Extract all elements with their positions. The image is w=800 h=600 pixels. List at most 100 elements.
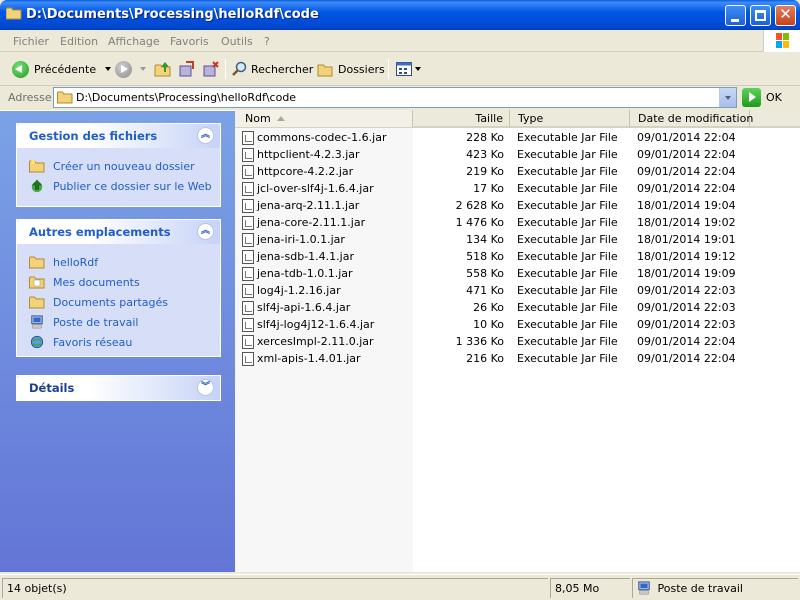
menu-tools[interactable]: Outils: [221, 35, 253, 48]
close-icon: ✕: [779, 5, 792, 23]
folder-icon: [6, 7, 22, 20]
task-publish-web[interactable]: Publier ce dossier sur le Web: [29, 176, 220, 196]
file-name-cell[interactable]: jena-iri-1.0.1.jar: [242, 231, 345, 248]
file-row[interactable]: httpcore-4.2.2.jar 219 Ko Executable Jar F…: [235, 163, 800, 180]
status-count: 14 objet(s): [2, 578, 548, 598]
file-name-cell[interactable]: slf4j-log4j12-1.6.4.jar: [242, 316, 374, 333]
file-type: Executable Jar File: [517, 131, 618, 144]
file-type: Executable Jar File: [517, 352, 618, 365]
menu-view[interactable]: Affichage: [108, 35, 160, 48]
search-icon: [232, 61, 247, 76]
file-name-cell[interactable]: httpcore-4.2.2.jar: [242, 163, 353, 180]
column-label: Taille: [475, 112, 503, 125]
file-name-cell[interactable]: jena-core-2.11.1.jar: [242, 214, 365, 231]
close-button[interactable]: ✕: [775, 5, 796, 26]
file-row[interactable]: jena-tdb-1.0.1.jar 558 Ko Executable Jar F…: [235, 265, 800, 282]
file-row[interactable]: xercesImpl-2.11.0.jar 1 336 Ko Executable …: [235, 333, 800, 350]
place-shared-documents[interactable]: Documents partagés: [29, 292, 220, 312]
file-name: slf4j-api-1.6.4.jar: [257, 301, 351, 314]
file-type: Executable Jar File: [517, 233, 618, 246]
menu-favorites[interactable]: Favoris: [170, 35, 209, 48]
task-new-folder[interactable]: Créer un nouveau dossier: [29, 156, 220, 176]
forward-button[interactable]: [115, 57, 146, 81]
place-label: Poste de travail: [53, 315, 139, 329]
menu-file[interactable]: Fichier: [13, 35, 49, 48]
back-button[interactable]: Précédente: [12, 57, 112, 81]
folder-icon: [57, 91, 73, 104]
file-tasks-header[interactable]: Gestion des fichiers ︽: [17, 124, 220, 148]
file-row[interactable]: xml-apis-1.4.01.jar 216 Ko Executable Jar …: [235, 350, 800, 367]
file-name: httpcore-4.2.2.jar: [257, 165, 354, 178]
views-button[interactable]: [396, 57, 421, 81]
collapse-icon[interactable]: ︽: [197, 127, 214, 144]
file-row[interactable]: jena-arq-2.11.1.jar 2 628 Ko Executable Ja…: [235, 197, 800, 214]
file-row[interactable]: slf4j-log4j12-1.6.4.jar 10 Ko Executable J…: [235, 316, 800, 333]
file-modified: 09/01/2014 22:03: [637, 301, 736, 314]
file-modified: 09/01/2014 22:04: [637, 182, 736, 195]
maximize-button[interactable]: [750, 5, 771, 26]
move-to-button[interactable]: [178, 57, 196, 81]
folder-icon: [29, 256, 45, 269]
delete-button[interactable]: [202, 57, 220, 81]
file-modified: 18/01/2014 19:01: [637, 233, 736, 246]
file-name: jena-sdb-1.4.1.jar: [257, 250, 354, 263]
up-folder-button[interactable]: [154, 57, 172, 81]
file-modified: 09/01/2014 22:04: [637, 165, 736, 178]
list-header: Nom Taille Type Date de modification: [235, 110, 800, 128]
column-header-size[interactable]: Taille: [413, 110, 510, 127]
jar-file-icon: [242, 249, 254, 264]
folders-label: Dossiers: [338, 62, 385, 76]
file-name: jcl-over-slf4j-1.6.4.jar: [257, 182, 374, 195]
file-name-cell[interactable]: jena-arq-2.11.1.jar: [242, 197, 359, 214]
address-input[interactable]: D:\Documents\Processing\helloRdf\code: [53, 87, 737, 108]
status-size: 8,05 Mo: [550, 578, 630, 598]
file-name-cell[interactable]: xml-apis-1.4.01.jar: [242, 350, 361, 367]
menu-help[interactable]: ?: [264, 35, 270, 48]
address-dropdown-button[interactable]: [719, 88, 736, 107]
file-type: Executable Jar File: [517, 267, 618, 280]
search-button[interactable]: Rechercher: [231, 57, 313, 81]
chevron-down-icon[interactable]: [415, 67, 421, 71]
file-type: Executable Jar File: [517, 165, 618, 178]
place-my-computer[interactable]: Poste de travail: [29, 312, 220, 332]
file-row[interactable]: jcl-over-slf4j-1.6.4.jar 17 Ko Executable …: [235, 180, 800, 197]
details-header[interactable]: Détails ︾: [17, 376, 220, 400]
place-my-documents[interactable]: Mes documents: [29, 272, 220, 292]
go-label: OK: [766, 91, 782, 104]
file-row[interactable]: log4j-1.2.16.jar 471 Ko Executable Jar Fil…: [235, 282, 800, 299]
file-row[interactable]: slf4j-api-1.6.4.jar 26 Ko Executable Jar F…: [235, 299, 800, 316]
go-arrow-icon: [742, 88, 761, 107]
file-name-cell[interactable]: httpclient-4.2.3.jar: [242, 146, 360, 163]
column-header-name[interactable]: Nom: [235, 110, 413, 127]
place-network[interactable]: Favoris réseau: [29, 332, 220, 352]
column-header-type[interactable]: Type: [510, 110, 630, 127]
file-type: Executable Jar File: [517, 284, 618, 297]
menu-edit[interactable]: Edition: [60, 35, 98, 48]
file-size: 2 628 Ko: [455, 199, 504, 212]
forward-arrow-icon: [115, 60, 132, 78]
file-modified: 18/01/2014 19:09: [637, 267, 736, 280]
file-name-cell[interactable]: jena-sdb-1.4.1.jar: [242, 248, 354, 265]
folders-button[interactable]: Dossiers: [317, 57, 385, 81]
file-name-cell[interactable]: jcl-over-slf4j-1.6.4.jar: [242, 180, 374, 197]
file-name-cell[interactable]: jena-tdb-1.0.1.jar: [242, 265, 353, 282]
go-button[interactable]: OK: [742, 88, 782, 107]
other-places-header[interactable]: Autres emplacements ︽: [17, 220, 220, 244]
chevron-down-icon[interactable]: [105, 67, 112, 71]
minimize-button[interactable]: [725, 5, 746, 26]
file-row[interactable]: httpclient-4.2.3.jar 423 Ko Executable Jar…: [235, 146, 800, 163]
collapse-icon[interactable]: ︽: [197, 223, 214, 240]
column-header-modified[interactable]: Date de modification: [630, 110, 753, 127]
place-hellordf[interactable]: helloRdf: [29, 252, 220, 272]
file-name-cell[interactable]: slf4j-api-1.6.4.jar: [242, 299, 350, 316]
file-name-cell[interactable]: xercesImpl-2.11.0.jar: [242, 333, 374, 350]
file-row[interactable]: jena-iri-1.0.1.jar 134 Ko Executable Jar F…: [235, 231, 800, 248]
expand-icon[interactable]: ︾: [197, 379, 214, 396]
file-row[interactable]: commons-codec-1.6.jar 228 Ko Executable Ja…: [235, 129, 800, 146]
chevron-down-icon[interactable]: [140, 67, 146, 71]
file-row[interactable]: jena-core-2.11.1.jar 1 476 Ko Executable J…: [235, 214, 800, 231]
file-name-cell[interactable]: log4j-1.2.16.jar: [242, 282, 341, 299]
status-location: Poste de travail: [632, 578, 798, 598]
file-name-cell[interactable]: commons-codec-1.6.jar: [242, 129, 386, 146]
file-row[interactable]: jena-sdb-1.4.1.jar 518 Ko Executable Jar F…: [235, 248, 800, 265]
